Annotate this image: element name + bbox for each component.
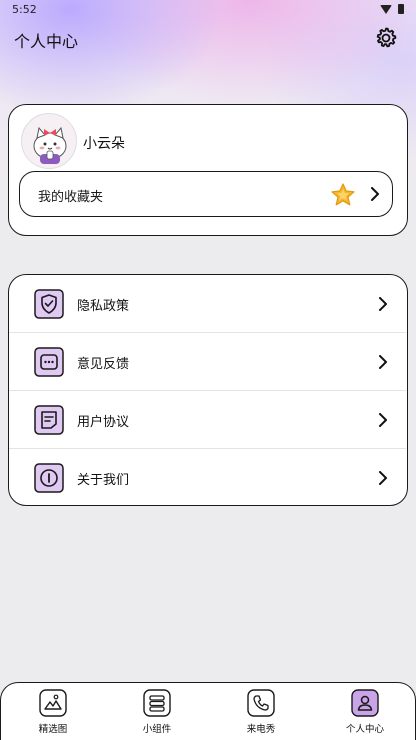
tab-label: 个人中心 [345, 724, 384, 735]
wifi-icon [380, 4, 392, 14]
bottom-tab-bar: 精选图 小组件 来电秀 个人中心 [0, 682, 416, 740]
chevron-right-icon [379, 355, 387, 369]
menu-item-user-agreement[interactable]: 用户协议 [9, 391, 406, 449]
user-icon [351, 689, 379, 717]
tab-widgets[interactable]: 小组件 [105, 683, 209, 740]
tab-label: 小组件 [142, 724, 172, 735]
info-icon [34, 463, 64, 493]
menu-item-label: 用户协议 [77, 415, 130, 430]
settings-gear-icon[interactable] [374, 26, 398, 50]
menu-item-about-us[interactable]: 关于我们 [9, 449, 406, 507]
status-time: 5:52 [12, 3, 37, 16]
status-bar: 5:52 [0, 0, 416, 22]
chevron-right-icon [379, 413, 387, 427]
user-nickname: 小云朵 [83, 136, 125, 152]
avatar-cat-illustration [22, 114, 76, 168]
document-icon [34, 405, 64, 435]
settings-menu: 隐私政策 意见反馈 用户协议 关于我们 [8, 274, 408, 506]
menu-item-privacy-policy[interactable]: 隐私政策 [9, 275, 406, 333]
battery-icon [398, 4, 404, 14]
system-icons [380, 4, 404, 14]
feedback-icon [34, 347, 64, 377]
tab-caller-show[interactable]: 来电秀 [209, 683, 313, 740]
widget-icon [143, 689, 171, 717]
chevron-right-icon [371, 187, 379, 201]
menu-item-feedback[interactable]: 意见反馈 [9, 333, 406, 391]
tab-featured-images[interactable]: 精选图 [1, 683, 105, 740]
favorites-label: 我的收藏夹 [38, 190, 104, 205]
page-title: 个人中心 [14, 32, 79, 51]
tab-label: 精选图 [38, 724, 68, 735]
menu-item-label: 意见反馈 [77, 357, 130, 372]
shield-check-icon [34, 289, 64, 319]
menu-item-label: 隐私政策 [77, 299, 130, 314]
tab-profile[interactable]: 个人中心 [313, 683, 416, 740]
image-icon [39, 689, 67, 717]
menu-item-label: 关于我们 [77, 473, 130, 488]
profile-card: 小云朵 我的收藏夹 [8, 104, 408, 236]
avatar[interactable] [21, 113, 77, 169]
star-icon [331, 183, 355, 206]
top-bar: 个人中心 [0, 22, 416, 58]
phone-icon [247, 689, 275, 717]
chevron-right-icon [379, 297, 387, 311]
favorites-button[interactable]: 我的收藏夹 [19, 171, 393, 217]
tab-label: 来电秀 [246, 724, 276, 735]
chevron-right-icon [379, 471, 387, 485]
